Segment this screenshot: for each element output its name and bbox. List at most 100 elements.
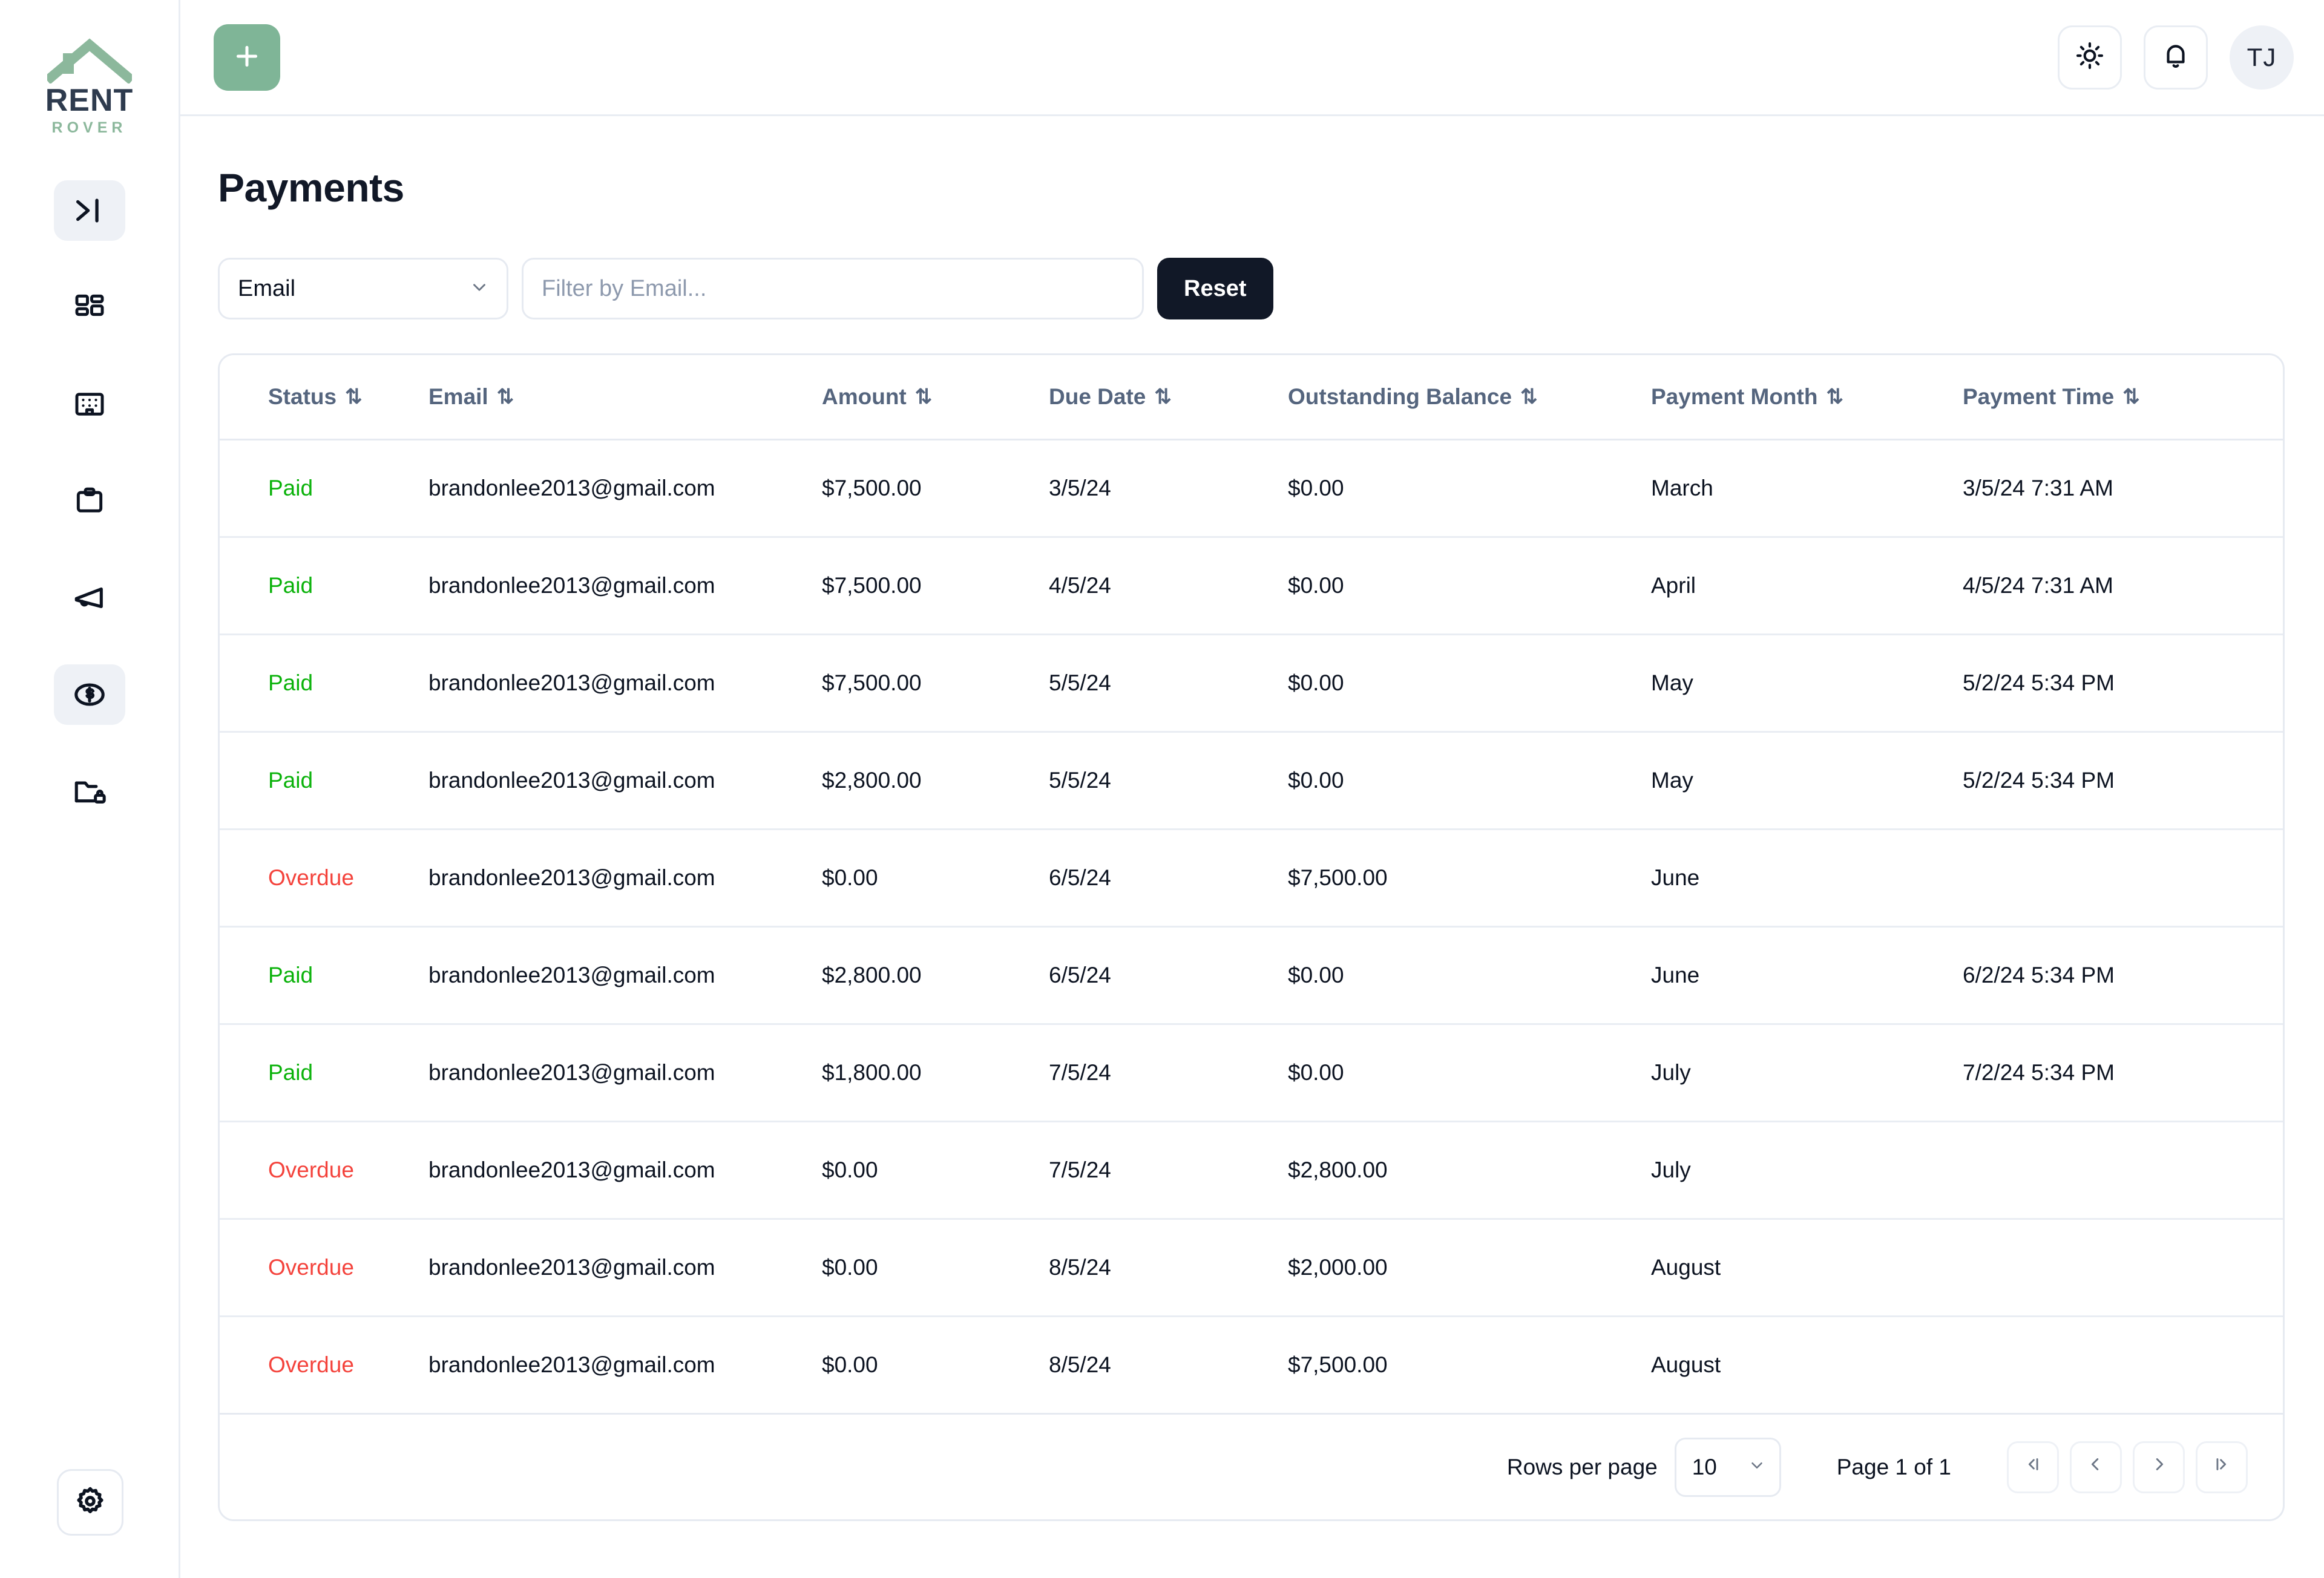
cell-amount: $0.00 bbox=[822, 1352, 878, 1377]
logo-text-primary: RENT bbox=[45, 83, 134, 118]
cell-email: brandonlee2013@gmail.com bbox=[428, 634, 822, 733]
cell-amount: $7,500.00 bbox=[822, 439, 1049, 538]
table-row[interactable]: Overdue brandonlee2013@gmail.com $0.00 7/5/… bbox=[220, 1121, 2283, 1220]
sidebar-item-collapse-panel[interactable] bbox=[53, 180, 125, 241]
sidebar-item-dashboard[interactable] bbox=[54, 277, 125, 338]
filter-search-input[interactable] bbox=[522, 258, 1144, 319]
column-header-payment-time[interactable]: Payment Time ⇅ bbox=[1963, 355, 2283, 440]
cell-payment-month: August bbox=[1651, 1219, 1963, 1317]
rows-per-page-select[interactable]: 10 bbox=[1674, 1437, 1781, 1497]
theme-toggle-button[interactable] bbox=[2058, 25, 2122, 90]
cell-outstanding-balance: $0.00 bbox=[1288, 732, 1651, 830]
sidebar-item-documents[interactable] bbox=[54, 761, 125, 822]
column-header-payment-month[interactable]: Payment Month ⇅ bbox=[1651, 355, 1963, 440]
cell-status: Paid bbox=[220, 439, 428, 538]
clipboard-icon bbox=[73, 484, 107, 518]
cell-status: Paid bbox=[220, 634, 428, 733]
sidebar-item-announcements[interactable] bbox=[54, 568, 125, 628]
go-last-icon bbox=[2211, 1454, 2232, 1481]
table-row[interactable]: Paid brandonlee2013@gmail.com $7,500.00 5/5… bbox=[220, 634, 2283, 733]
app-logo: RENT ROVER bbox=[45, 38, 134, 136]
payments-table: Status ⇅ Email ⇅ Amount ⇅ Due Date ⇅ Out… bbox=[220, 355, 2283, 1413]
cell-email: brandonlee2013@gmail.com bbox=[428, 926, 822, 1025]
cell-due-date: 8/5/24 bbox=[1049, 1352, 1111, 1377]
cell-payment-month: May bbox=[1651, 732, 1963, 830]
table-pagination: Rows per page 10 Page 1 of 1 bbox=[220, 1413, 2283, 1519]
table-row[interactable]: Paid brandonlee2013@gmail.com $2,800.00 5/5… bbox=[220, 732, 2283, 830]
notifications-button[interactable] bbox=[2144, 25, 2208, 90]
cell-status: Overdue bbox=[220, 829, 428, 928]
settings-button[interactable] bbox=[57, 1469, 123, 1536]
sidebar-item-leases[interactable] bbox=[54, 471, 125, 531]
cell-payment-month: July bbox=[1651, 1121, 1963, 1220]
column-header-email[interactable]: Email ⇅ bbox=[428, 355, 822, 440]
reset-button[interactable]: Reset bbox=[1157, 258, 1273, 319]
column-label: Payment Month bbox=[1651, 384, 1818, 409]
cell-amount: $2,800.00 bbox=[822, 926, 1049, 1025]
cell-payment-time: 3/5/24 7:31 AM bbox=[1963, 439, 2283, 538]
collapse-panel-icon bbox=[72, 193, 107, 228]
sidebar-nav bbox=[0, 180, 179, 858]
sidebar-item-buildings[interactable] bbox=[54, 374, 125, 434]
topbar-actions: TJ bbox=[2058, 25, 2294, 90]
cell-payment-time bbox=[1963, 1317, 2283, 1413]
cell-email: brandonlee2013@gmail.com bbox=[428, 732, 822, 830]
table-row[interactable]: Overdue brandonlee2013@gmail.com $0.00 8/5/… bbox=[220, 1219, 2283, 1317]
cell-email: brandonlee2013@gmail.com bbox=[428, 1024, 822, 1122]
cell-outstanding-balance: $0.00 bbox=[1288, 439, 1651, 538]
user-avatar[interactable]: TJ bbox=[2230, 25, 2294, 90]
cell-email: brandonlee2013@gmail.com bbox=[428, 537, 822, 635]
cell-amount: $7,500.00 bbox=[822, 537, 1049, 635]
cell-email: brandonlee2013@gmail.com bbox=[428, 1219, 822, 1317]
cell-amount: $1,800.00 bbox=[822, 1024, 1049, 1122]
cell-payment-month: May bbox=[1651, 634, 1963, 733]
chevron-down-icon bbox=[1748, 1455, 1766, 1480]
table-row[interactable]: Overdue brandonlee2013@gmail.com $0.00 6/5/… bbox=[220, 829, 2283, 928]
table-row[interactable]: Paid brandonlee2013@gmail.com $1,800.00 7/5… bbox=[220, 1024, 2283, 1122]
first-page-button[interactable] bbox=[2007, 1441, 2059, 1493]
table-row[interactable]: Paid brandonlee2013@gmail.com $2,800.00 6/5… bbox=[220, 926, 2283, 1025]
sort-updown-icon: ⇅ bbox=[914, 385, 933, 408]
sidebar-item-payments[interactable] bbox=[53, 664, 125, 725]
cell-payment-month: June bbox=[1651, 829, 1963, 928]
column-header-amount[interactable]: Amount ⇅ bbox=[822, 355, 1049, 440]
cell-amount: $2,800.00 bbox=[822, 732, 1049, 830]
sort-updown-icon: ⇅ bbox=[345, 385, 363, 408]
column-label: Due Date bbox=[1049, 384, 1146, 409]
next-page-button[interactable] bbox=[2133, 1441, 2185, 1493]
page-title: Payments bbox=[218, 165, 404, 210]
cell-status: Paid bbox=[220, 732, 428, 830]
folder-lock-icon bbox=[72, 774, 107, 809]
cell-outstanding-balance: $7,500.00 bbox=[1288, 829, 1651, 928]
table-row[interactable]: Overdue brandonlee2013@gmail.com $0.00 8/5/… bbox=[220, 1317, 2283, 1413]
column-header-outstanding-balance[interactable]: Outstanding Balance ⇅ bbox=[1288, 355, 1651, 440]
chevron-right-icon bbox=[2148, 1454, 2169, 1481]
filter-field-select[interactable]: Email bbox=[218, 258, 508, 319]
cell-due-date: 3/5/24 bbox=[1049, 439, 1288, 538]
cell-status: Paid bbox=[220, 926, 428, 1025]
page-indicator: Page 1 of 1 bbox=[1836, 1454, 1951, 1479]
cell-status: Paid bbox=[220, 1024, 428, 1122]
add-payment-button[interactable] bbox=[214, 24, 280, 91]
table-row[interactable]: Paid brandonlee2013@gmail.com $7,500.00 3/5… bbox=[220, 439, 2283, 538]
page-content: Payments Email Reset bbox=[180, 116, 2324, 1521]
table-body: Paid brandonlee2013@gmail.com $7,500.00 3/5… bbox=[220, 439, 2283, 1413]
cell-outstanding-balance: $0.00 bbox=[1288, 634, 1651, 733]
column-label: Status bbox=[268, 384, 337, 409]
cell-outstanding-balance: $2,000.00 bbox=[1288, 1219, 1651, 1317]
cell-payment-time bbox=[1963, 1121, 2283, 1220]
column-header-due-date[interactable]: Due Date ⇅ bbox=[1049, 355, 1288, 440]
cell-outstanding-balance: $7,500.00 bbox=[1288, 1352, 1388, 1377]
app-root: RENT ROVER TJ Payments Email Filter by E… bbox=[0, 0, 2324, 1578]
cell-email: brandonlee2013@gmail.com bbox=[428, 439, 822, 538]
building-icon bbox=[73, 387, 107, 421]
table-head: Status ⇅ Email ⇅ Amount ⇅ Due Date ⇅ Out… bbox=[220, 355, 2283, 440]
column-header-status[interactable]: Status ⇅ bbox=[220, 355, 428, 440]
payments-table-card: Status ⇅ Email ⇅ Amount ⇅ Due Date ⇅ Out… bbox=[218, 353, 2285, 1521]
column-label: Payment Time bbox=[1963, 384, 2115, 409]
last-page-button[interactable] bbox=[2196, 1441, 2248, 1493]
cell-outstanding-balance: $0.00 bbox=[1288, 537, 1651, 635]
previous-page-button[interactable] bbox=[2070, 1441, 2122, 1493]
table-row[interactable]: Paid brandonlee2013@gmail.com $7,500.00 4/5… bbox=[220, 537, 2283, 635]
cell-due-date: 8/5/24 bbox=[1049, 1219, 1288, 1317]
